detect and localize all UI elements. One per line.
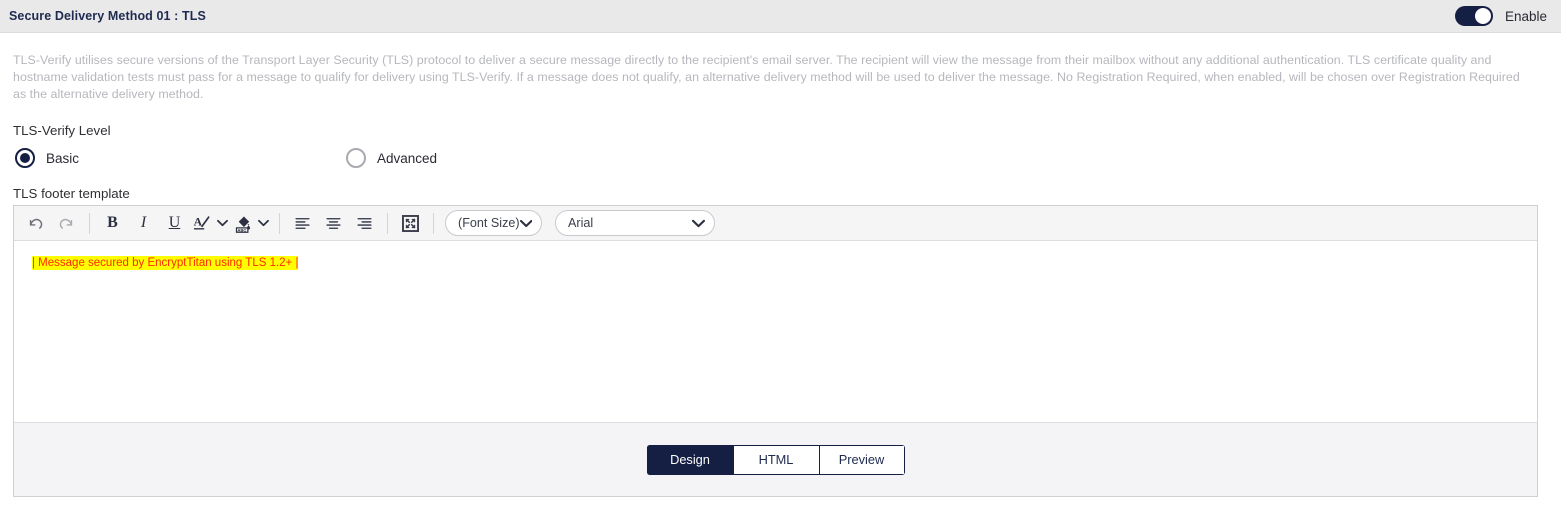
toolbar-divider (387, 212, 388, 234)
toolbar-divider (279, 212, 280, 234)
align-left-icon[interactable] (287, 208, 318, 239)
font-name-dropdown[interactable]: Arial (555, 210, 715, 236)
editor-toolbar: B I U A ABC (Font Size) Arial (14, 206, 1537, 241)
tls-level-radio-group: Basic Advanced (13, 148, 533, 172)
svg-text:ABC: ABC (237, 227, 246, 232)
radio-icon-basic (15, 148, 35, 168)
italic-icon: I (140, 214, 147, 231)
tls-level-label: TLS-Verify Level (13, 123, 111, 138)
font-color-icon[interactable]: A (190, 208, 214, 239)
radio-icon-advanced (346, 148, 366, 168)
radio-option-advanced[interactable]: Advanced (346, 148, 437, 168)
tab-design[interactable]: Design (646, 444, 733, 475)
toolbar-divider (89, 212, 90, 234)
italic-button[interactable]: I (128, 208, 159, 239)
secure-delivery-method-panel: Secure Delivery Method 01 : TLS Enable T… (0, 0, 1561, 508)
enable-toggle-label: Enable (1504, 8, 1547, 24)
toggle-knob (1474, 8, 1491, 24)
font-name-chevron-down-icon (692, 219, 705, 227)
bold-icon: B (107, 214, 118, 231)
editor-mode-footer: Design HTML Preview (14, 423, 1537, 496)
bold-button[interactable]: B (97, 208, 128, 239)
font-size-chevron-down-icon (519, 219, 532, 227)
editor-mode-tabs: Design HTML Preview (646, 444, 905, 475)
enable-toggle[interactable] (1454, 6, 1493, 26)
radio-option-basic[interactable]: Basic (15, 148, 79, 168)
editor-content-area[interactable]: | Message secured by EncryptTitan using … (14, 241, 1537, 423)
align-right-icon[interactable] (349, 208, 380, 239)
font-size-value: (Font Size) (458, 216, 520, 230)
font-size-dropdown[interactable]: (Font Size) (445, 210, 542, 236)
radio-label-advanced: Advanced (377, 150, 438, 166)
description-text: TLS-Verify utilises secure versions of t… (13, 53, 1520, 101)
underline-button[interactable]: U (159, 208, 190, 239)
page-title: Secure Delivery Method 01 : TLS (9, 9, 206, 23)
highlight-color-chevron-down-icon[interactable] (255, 208, 272, 239)
tab-preview[interactable]: Preview (818, 444, 905, 475)
font-color-chevron-down-icon[interactable] (214, 208, 231, 239)
redo-icon[interactable] (51, 208, 82, 239)
footer-template-label: TLS footer template (13, 186, 130, 201)
undo-icon[interactable] (20, 208, 51, 239)
panel-header: Secure Delivery Method 01 : TLS Enable (0, 0, 1561, 33)
underline-icon: U (168, 214, 181, 231)
radio-label-basic: Basic (46, 150, 80, 166)
font-color-group: A (190, 208, 231, 239)
editor-content-text: | Message secured by EncryptTitan using … (32, 256, 299, 270)
align-center-icon[interactable] (318, 208, 349, 239)
fullscreen-icon[interactable] (395, 208, 426, 239)
toolbar-divider (433, 212, 434, 234)
header-actions: Enable (1454, 6, 1547, 26)
font-name-value: Arial (568, 216, 594, 230)
rich-text-editor: B I U A ABC (Font Size) Arial | Message … (13, 205, 1538, 497)
highlight-color-group: ABC (231, 208, 272, 239)
highlight-color-icon[interactable]: ABC (231, 208, 255, 239)
tab-html[interactable]: HTML (732, 444, 819, 475)
